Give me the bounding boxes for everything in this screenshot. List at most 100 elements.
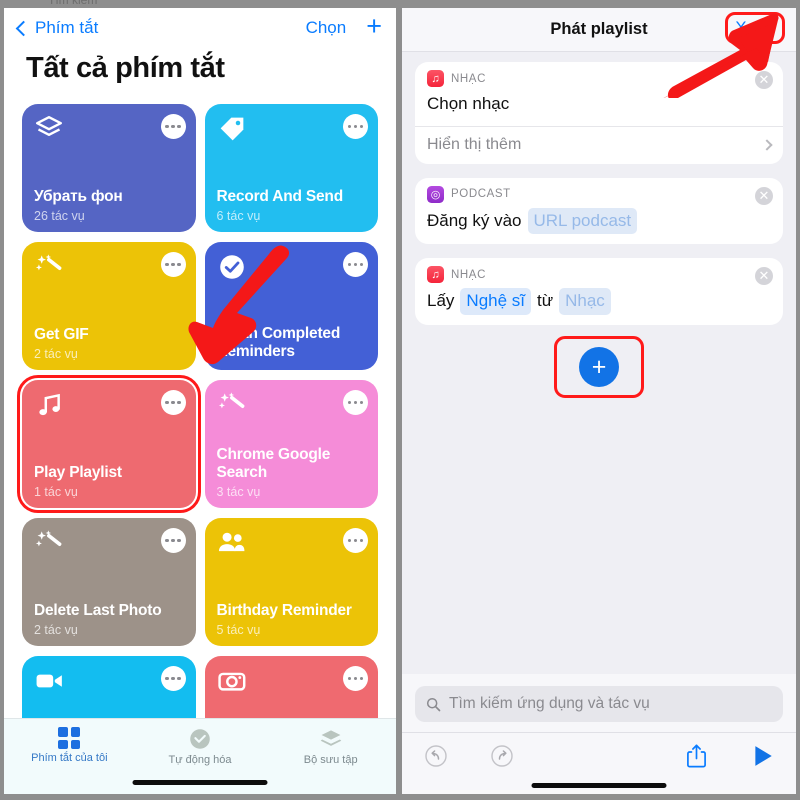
tab-item-label: Phím tắt của tôi [31,752,108,764]
shortcut-card-title: Убрать фон [34,188,123,206]
grid-squares-icon [58,727,81,749]
shortcut-card-menu-button[interactable] [343,666,368,691]
shortcut-card-menu-button[interactable] [160,114,186,139]
action-card-header: ♫ NHẠC [427,266,771,284]
shortcut-card[interactable]: Birthday Reminder 5 tác vụ [204,518,378,646]
action-card[interactable]: ◎ PODCAST Đăng ký vào URL podcast ✕ [415,177,783,245]
back-button-label: Phím tắt [35,18,99,37]
clock-check-icon [190,729,210,749]
screenshot-root: Tìm kiếm Phím tắt Chọn + Tất cả phím tắt… [0,0,800,800]
remove-action-button[interactable]: ✕ [755,186,773,205]
action-text: Chọn nhạc [427,94,510,113]
action-body: Chọn nhạc [427,92,771,117]
action-app-name: NHẠC [451,268,486,281]
card-spacer [217,148,367,188]
shortcut-card-menu-button[interactable] [343,390,368,415]
shortcut-card[interactable]: Убрать фон 26 tác vụ [22,104,196,232]
action-text: Lấy [427,291,455,311]
podcast-app-icon: ◎ [427,185,444,203]
toolbar-left-group [424,744,514,768]
action-card[interactable]: ♫ NHẠC Lấy Nghệ sĩ từ Nhạc ✕ [415,258,783,325]
redo-icon[interactable] [490,744,514,768]
wand-icon [35,254,62,271]
search-input[interactable]: Tìm kiếm ứng dụng và tác vụ [415,686,783,722]
shortcut-card[interactable]: Delete Last Photo 2 tác vụ [22,518,196,646]
shortcut-card-subtitle: 6 tác vụ [216,209,261,223]
editor-toolbar [402,732,796,778]
shortcut-card[interactable]: Get GIF 2 tác vụ [22,242,196,370]
shortcut-card-subtitle: 5 tác vụ [216,623,261,637]
choose-button[interactable]: Chọn [306,18,347,38]
back-button[interactable]: Phím tắt [15,18,99,38]
chevron-right-icon [761,138,773,151]
share-icon[interactable] [685,743,708,769]
action-parameter-token[interactable]: URL podcast [527,207,638,235]
actions-list: ♫ NHẠC Chọn nhạc ✕ Hiển thị thêm ◎ PODCA… [402,52,796,674]
shortcuts-grid: Убрать фон 26 tác vụ Record And Send 6 t… [4,104,396,794]
shortcuts-list-pane: Phím tắt Chọn + Tất cả phím tắt Убрать ф… [4,8,396,794]
shortcut-card-menu-button[interactable] [343,114,368,139]
card-spacer [217,562,367,602]
shortcut-card-title: Play Playlist [34,464,122,482]
tab-item-label: Tự động hóa [168,754,232,766]
shortcut-card-menu-button[interactable] [160,390,186,415]
action-app-name: NHẠC [451,72,486,85]
shortcut-card[interactable]: Play Playlist 1 tác vụ [17,375,201,513]
action-parameter-token[interactable]: Nhạc [559,288,611,315]
wand-icon [218,392,244,409]
actions-container: ♫ NHẠC Chọn nhạc ✕ Hiển thị thêm ◎ PODCA… [415,62,783,325]
editor-nav-bar: Phát playlist Xong [402,8,796,52]
shortcut-card-subtitle: 1 tác vụ [34,485,78,499]
cutoff-search-text: Tìm kiếm [48,0,98,7]
add-shortcut-button[interactable]: + [366,12,382,40]
card-spacer [217,424,367,446]
video-icon [36,674,62,688]
action-body: Đăng ký vào URL podcast [427,207,771,235]
tab-item[interactable]: Bộ sưu tập [265,727,396,766]
shortcut-card[interactable]: Chrome Google Search 3 tác vụ [204,380,378,508]
check-circle-icon [219,255,244,279]
tab-item[interactable]: Phím tắt của tôi [4,727,135,764]
editor-title: Phát playlist [550,20,648,38]
add-action-highlight: + [554,335,644,398]
layers-icon [320,730,341,746]
home-indicator [132,780,268,785]
people-icon [218,532,244,552]
shortcut-card-subtitle: 2 tác vụ [34,347,78,361]
cutoff-top-strip: Tìm kiếm [0,0,800,8]
card-spacer [34,148,184,188]
shortcut-editor-pane: Phát playlist Xong ♫ NHẠC Chọn nhạc ✕ Hi… [402,8,796,794]
shortcut-card-menu-button[interactable] [343,252,368,277]
music-note-icon [39,393,60,416]
editor-bottom-bar: Tìm kiếm ứng dụng và tác vụ [402,674,796,794]
shortcut-card-subtitle: 2 tác vụ [34,623,78,637]
shortcut-card[interactable]: Record And Send 6 tác vụ [204,104,378,232]
home-indicator-right [531,783,667,788]
action-parameter-token[interactable]: Nghệ sĩ [460,288,532,315]
search-wrap: Tìm kiếm ứng dụng và tác vụ [402,674,796,732]
action-card-header: ♫ NHẠC [427,70,771,87]
wand-icon [35,530,62,547]
tab-item[interactable]: Tự động hóa [135,727,266,766]
shortcut-card-subtitle: 3 tác vụ [216,485,261,499]
action-card[interactable]: ♫ NHẠC Chọn nhạc ✕ Hiển thị thêm [415,62,783,164]
card-spacer [217,286,367,325]
tag-icon [220,117,243,141]
play-icon[interactable] [752,744,774,768]
remove-action-button[interactable]: ✕ [755,71,773,89]
shortcut-card-menu-button[interactable] [160,528,186,553]
show-more-row[interactable]: Hiển thị thêm [427,127,773,154]
done-button[interactable]: Xong [725,12,785,44]
shortcut-card-menu-button[interactable] [343,528,368,553]
add-action-button[interactable]: + [579,346,619,387]
shortcut-card-menu-button[interactable] [160,666,186,691]
search-icon [426,697,441,711]
shortcut-card-title: Birthday Reminder [216,602,352,620]
shortcut-card[interactable]: Clean Completed Reminders [204,242,378,370]
search-placeholder: Tìm kiếm ứng dụng và tác vụ [449,695,650,712]
shortcut-card-menu-button[interactable] [160,252,186,277]
shortcut-card-title: Chrome Google Search [216,446,331,482]
toolbar-right-group [685,743,774,769]
undo-icon[interactable] [424,744,448,768]
layers-icon [36,116,62,136]
